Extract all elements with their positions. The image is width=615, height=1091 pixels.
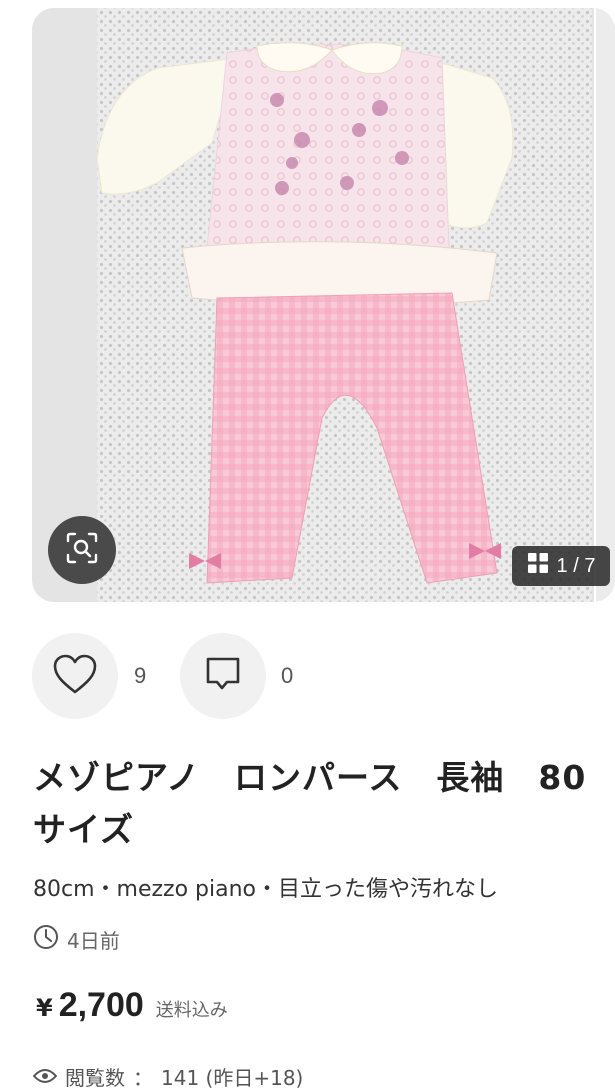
views-value: 141 (昨日+18) <box>161 1066 304 1090</box>
comment-icon <box>203 654 243 698</box>
photo-page-indicator[interactable]: 1 / 7 <box>512 546 610 586</box>
clock-icon <box>33 924 59 955</box>
heart-icon <box>52 653 98 699</box>
shipping-included-label: 送料込み <box>155 1000 228 1021</box>
item-description: 80cm・mezzo piano・目立った傷や汚れなし <box>33 877 498 902</box>
eye-icon <box>32 1065 58 1089</box>
like-button[interactable] <box>32 633 118 719</box>
photo-gallery[interactable]: 1 / 7 <box>32 8 615 602</box>
posted-time: 4日前 <box>33 924 120 954</box>
views-label: 閲覧数 <box>65 1066 125 1090</box>
price-amount: 2,700 <box>58 986 144 1024</box>
item-title: メゾピアノ ロンパース 長袖 80 サイズ <box>33 758 587 849</box>
views-separator: ： <box>133 1066 153 1090</box>
price-currency: ¥ <box>36 994 53 1022</box>
like-count: 9 <box>134 663 147 688</box>
image-search-icon <box>65 531 99 569</box>
grid-icon <box>527 552 549 580</box>
item-price: ¥ 2,700 送料込み <box>36 986 228 1025</box>
image-search-button[interactable] <box>48 516 116 584</box>
photo-count-label: 1 / 7 <box>556 554 596 577</box>
romper-illustration <box>97 42 514 584</box>
next-photo-peek[interactable] <box>594 8 615 602</box>
product-photo[interactable] <box>97 8 592 602</box>
comment-button[interactable] <box>180 633 266 719</box>
view-count: 閲覧数 ： 141 (昨日+18) <box>32 1062 304 1091</box>
posted-time-label: 4日前 <box>67 928 120 953</box>
comment-count: 0 <box>281 663 294 688</box>
